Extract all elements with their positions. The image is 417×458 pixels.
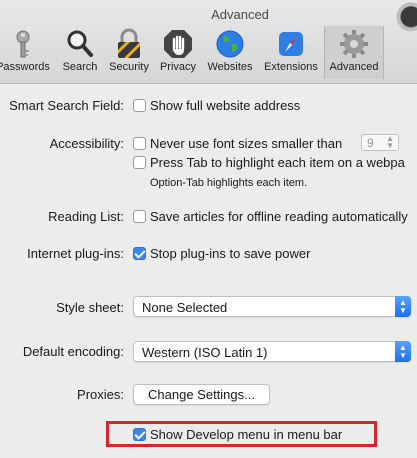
font-size-value: 9 xyxy=(367,136,374,150)
smart-search-checkbox[interactable] xyxy=(133,99,146,112)
min-font-size-checkbox[interactable] xyxy=(133,137,146,150)
encoding-value: Western (ISO Latin 1) xyxy=(142,345,268,360)
encoding-label: Default encoding: xyxy=(22,344,124,359)
stop-plugins-option: Stop plug-ins to save power xyxy=(150,246,311,261)
style-sheet-select[interactable]: None Selected ▲ ▼ xyxy=(133,296,411,317)
magnifier-icon xyxy=(64,28,96,60)
hand-icon xyxy=(162,28,194,60)
style-sheet-label: Style sheet: xyxy=(56,300,124,315)
tab-privacy[interactable]: Privacy xyxy=(155,26,201,79)
tab-highlight-option: Press Tab to highlight each item on a we… xyxy=(150,155,405,170)
tab-passwords[interactable]: Passwords xyxy=(0,26,54,79)
tab-label: Passwords xyxy=(0,61,50,73)
globe-icon xyxy=(214,28,246,60)
develop-menu-checkbox[interactable] xyxy=(133,428,146,441)
font-size-stepper[interactable]: 9 ▲ ▼ xyxy=(361,134,399,151)
preference-tabs: Passwords Search Security Privacy Websit… xyxy=(0,26,417,81)
stepper-arrows-icon: ▲ ▼ xyxy=(386,134,394,150)
style-sheet-value: None Selected xyxy=(142,300,228,315)
offline-reading-option: Save articles for offline reading automa… xyxy=(150,209,408,224)
develop-menu-option: Show Develop menu in menu bar xyxy=(150,427,343,442)
change-settings-button[interactable]: Change Settings... xyxy=(133,384,270,405)
tab-search[interactable]: Search xyxy=(56,26,104,79)
tab-advanced[interactable]: Advanced xyxy=(324,26,384,79)
reading-list-label: Reading List: xyxy=(48,209,124,224)
tab-security[interactable]: Security xyxy=(104,26,154,79)
tab-extensions[interactable]: Extensions xyxy=(259,26,323,79)
smart-search-label: Smart Search Field: xyxy=(9,98,124,113)
stop-plugins-checkbox[interactable] xyxy=(133,247,146,260)
proxies-label: Proxies: xyxy=(77,387,124,402)
encoding-select[interactable]: Western (ISO Latin 1) ▲ ▼ xyxy=(133,341,411,362)
gear-icon xyxy=(338,28,370,60)
compass-icon xyxy=(275,28,307,60)
tab-label: Security xyxy=(109,61,149,73)
plugins-label: Internet plug-ins: xyxy=(27,246,124,261)
window-title: Advanced xyxy=(211,7,269,22)
tab-websites[interactable]: Websites xyxy=(202,26,258,79)
smart-search-option: Show full website address xyxy=(150,98,301,113)
tab-label: Advanced xyxy=(329,61,379,73)
tab-highlight-checkbox[interactable] xyxy=(133,156,146,169)
min-font-size-option: Never use font sizes smaller than xyxy=(150,136,343,151)
tab-label: Search xyxy=(62,61,98,73)
tab-label: Websites xyxy=(207,61,253,73)
tab-label: Privacy xyxy=(159,61,197,73)
select-arrows-icon: ▲ ▼ xyxy=(395,341,411,362)
padlock-icon xyxy=(113,28,145,60)
toolbar: Advanced Passwords Search Security Priva… xyxy=(0,0,417,84)
offline-reading-checkbox[interactable] xyxy=(133,210,146,223)
key-icon xyxy=(7,28,39,60)
tab-label: Extensions xyxy=(264,61,318,73)
select-arrows-icon: ▲ ▼ xyxy=(395,296,411,317)
option-tab-note: Option-Tab highlights each item. xyxy=(150,177,308,189)
accessibility-label: Accessibility: xyxy=(49,136,124,151)
